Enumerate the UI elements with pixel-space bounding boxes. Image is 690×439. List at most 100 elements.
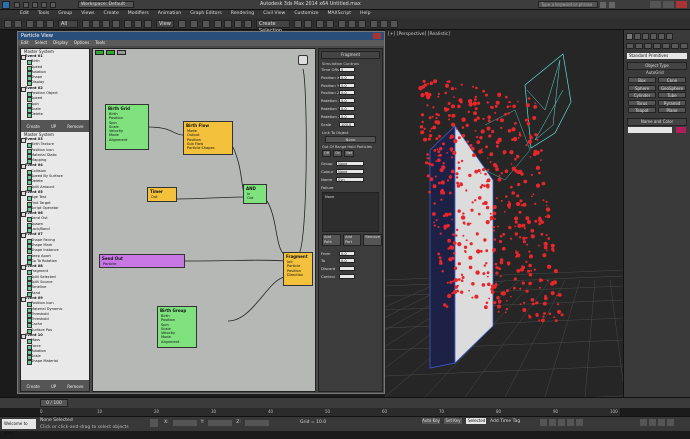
primitive-type-dropdown[interactable]: Standard Primitives	[627, 53, 687, 59]
geometry-icon[interactable]	[626, 43, 634, 49]
create-pyramid-button[interactable]: Pyramid	[658, 99, 686, 106]
search-icon[interactable]	[600, 2, 606, 8]
pf-menu-item[interactable]: Options	[74, 40, 89, 46]
time-slider[interactable]: 0 / 100	[0, 397, 690, 408]
node-operator[interactable]: Out	[244, 196, 266, 200]
unlink-icon[interactable]	[36, 20, 44, 28]
param-spinner[interactable]: 0.0	[339, 105, 355, 111]
create-geosphere-button[interactable]: GeoSphere	[658, 84, 686, 91]
menu-item[interactable]: Views	[81, 11, 94, 16]
object-name-field[interactable]	[628, 127, 672, 133]
link-icon[interactable]	[26, 20, 34, 28]
y-coord-field[interactable]	[208, 420, 233, 426]
rotate-icon[interactable]	[134, 20, 142, 28]
create-cylinder-button[interactable]: Cylinder	[628, 92, 656, 98]
add-time-tag[interactable]: Add Time Tag	[490, 419, 520, 424]
param-spinner[interactable]: 0.0	[339, 74, 355, 80]
node-operator[interactable]: Out	[148, 195, 176, 199]
menu-item[interactable]: Modifiers	[128, 11, 149, 16]
lights-icon[interactable]	[644, 43, 652, 49]
key-filter-dropdown[interactable]: Selected	[466, 418, 486, 424]
render-production-icon[interactable]	[390, 20, 398, 28]
node-operator[interactable]: Alignment	[158, 340, 196, 344]
pan-icon[interactable]	[649, 419, 656, 426]
helpers-icon[interactable]	[662, 43, 670, 49]
params-header[interactable]: Fragment	[321, 51, 380, 59]
goto-start-icon[interactable]	[540, 419, 547, 426]
spinner-snap-icon[interactable]	[244, 20, 252, 28]
manipulate-icon[interactable]	[190, 20, 198, 28]
open-file-icon[interactable]	[23, 2, 29, 8]
ref-coord-dropdown[interactable]: View	[156, 20, 174, 28]
move-icon[interactable]	[124, 20, 132, 28]
maximize-viewport-icon[interactable]	[667, 419, 674, 426]
lock-selection-icon[interactable]	[150, 419, 158, 427]
create-tab-icon[interactable]	[626, 33, 633, 40]
pf-menu-item[interactable]: Tools	[95, 40, 105, 46]
node-operator[interactable]: Direction	[284, 273, 312, 277]
save-file-icon[interactable]	[32, 2, 38, 8]
maximize-button[interactable]	[663, 1, 674, 8]
menu-item[interactable]: Animation	[158, 11, 181, 16]
select-object-icon[interactable]	[82, 20, 90, 28]
add-port-button[interactable]: Add Port	[343, 233, 362, 246]
node-send-out[interactable]: Send Out Particle	[99, 254, 185, 268]
perspective-viewport[interactable]: [+] [Perspective] [Realistic]	[385, 30, 623, 397]
menu-item[interactable]: Group	[58, 11, 72, 16]
pf-menu-item[interactable]: Edit	[21, 40, 29, 46]
menu-item[interactable]: Create	[104, 11, 119, 16]
param-spinner[interactable]: 0.0	[339, 250, 355, 256]
curve-editor-icon[interactable]	[338, 20, 346, 28]
percent-snap-icon[interactable]	[234, 20, 242, 28]
bind-space-warp-icon[interactable]	[46, 20, 54, 28]
space-warps-icon[interactable]	[671, 43, 679, 49]
tab-on[interactable]: On	[333, 150, 343, 158]
param-dropdown[interactable]: None	[336, 169, 364, 175]
depot-remove-button-2[interactable]: Remove	[67, 384, 83, 389]
set-key-button[interactable]: Set Key	[444, 418, 462, 424]
undo-toolbar-icon[interactable]	[4, 20, 12, 28]
search-input[interactable]: Type a keyword or phrase	[538, 1, 598, 8]
depot-create-button-2[interactable]: Create	[27, 384, 40, 389]
depot-remove-button[interactable]: Remove	[67, 124, 83, 129]
pf-menu-item[interactable]: Display	[53, 40, 68, 46]
link-object-button[interactable]: None	[325, 136, 376, 144]
operator-item[interactable]: Delete	[21, 112, 89, 119]
depot-up-button-2[interactable]: UP	[51, 384, 56, 389]
param-spinner[interactable]: 100.0	[339, 121, 355, 127]
redo-toolbar-icon[interactable]	[14, 20, 22, 28]
add-path-button[interactable]: Add Path	[322, 233, 342, 246]
menu-item[interactable]: Civil View	[263, 11, 285, 16]
create-sphere-button[interactable]: Sphere	[628, 84, 656, 91]
maxscript-listener[interactable]: Welcome to MAX	[2, 419, 36, 436]
x-coord-field[interactable]	[172, 420, 197, 426]
name-color-rollout[interactable]: Name and Color	[627, 118, 687, 126]
object-color-swatch[interactable]	[676, 127, 686, 133]
material-editor-icon[interactable]	[358, 20, 366, 28]
node-timer[interactable]: Timer Out	[147, 187, 177, 202]
canvas-nav-icon[interactable]	[298, 55, 308, 65]
zoom-icon[interactable]	[640, 419, 647, 426]
close-button[interactable]	[676, 1, 687, 8]
menu-item[interactable]: Rendering	[231, 11, 254, 16]
depot-up-button[interactable]: UP	[51, 124, 56, 129]
orbit-icon[interactable]	[658, 419, 665, 426]
param-spinner[interactable]: 0.0	[339, 82, 355, 88]
create-box-button[interactable]: Box	[628, 77, 656, 83]
snaps-toggle-icon[interactable]	[214, 20, 222, 28]
failure-list[interactable]: None	[322, 191, 379, 232]
menu-item[interactable]: Customize	[294, 11, 318, 16]
create-torus-button[interactable]: Torus	[628, 99, 656, 106]
menu-item[interactable]: Help	[360, 11, 370, 16]
node-birth-flow[interactable]: Birth Flow Mode Output Position Sub Flow Par…	[183, 121, 233, 155]
object-type-rollout[interactable]: Object Type	[627, 62, 687, 70]
param-spinner[interactable]: 0.0	[339, 90, 355, 96]
layer-manager-icon[interactable]	[316, 20, 324, 28]
param-spinner[interactable]: 0	[339, 67, 355, 72]
particle-flow-canvas[interactable]: Birth Grid Birth Position Spin Scale Velocit…	[92, 48, 316, 392]
motion-tab-icon[interactable]	[650, 33, 657, 40]
menu-item[interactable]: Tools	[38, 11, 49, 16]
cameras-icon[interactable]	[653, 43, 661, 49]
workspace-dropdown[interactable]: Workspace: Default	[78, 1, 134, 8]
display-tab-icon[interactable]	[658, 33, 665, 40]
